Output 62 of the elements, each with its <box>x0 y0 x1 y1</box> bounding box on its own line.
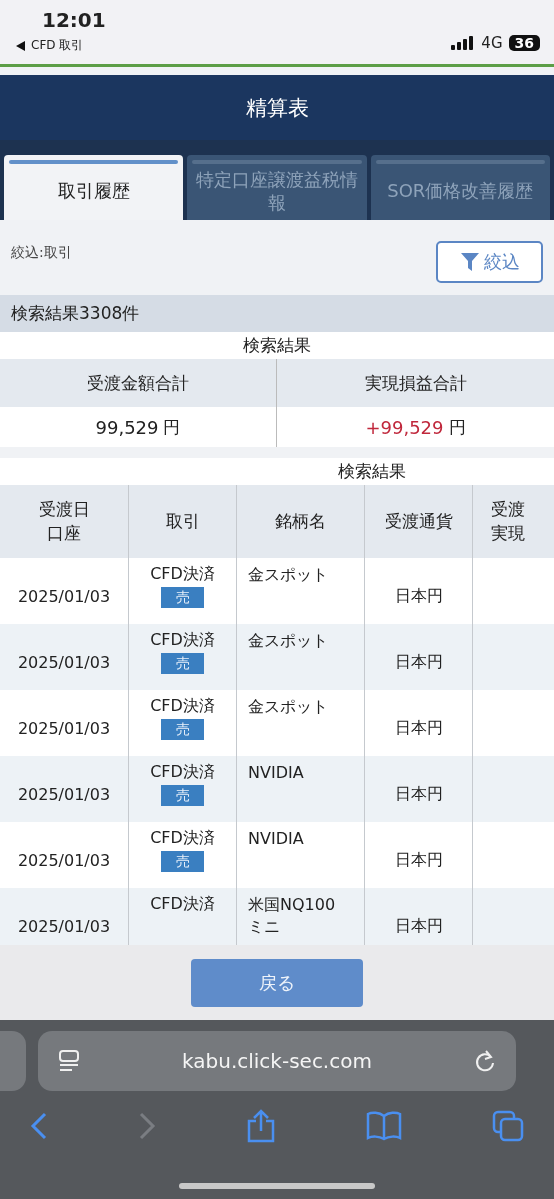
currency-unit: 円 <box>163 415 181 439</box>
forward-icon[interactable] <box>138 1112 156 1140</box>
trade-type: CFD決済 <box>150 828 215 849</box>
page-title: 精算表 <box>245 94 309 122</box>
clock-time: 12:01 <box>42 8 106 32</box>
page-menu-icon[interactable] <box>58 1049 80 1073</box>
sell-tag: 売 <box>161 851 204 872</box>
summary-caption: 検索結果 <box>242 334 312 357</box>
trade-type: CFD決済 <box>150 762 215 783</box>
share-icon[interactable] <box>246 1109 276 1143</box>
date-cell: 2025/01/03 <box>17 916 111 936</box>
currency-cell: 日本円 <box>394 783 443 805</box>
table-caption: 検索結果 <box>338 460 406 483</box>
date-cell: 2025/01/03 <box>17 784 111 804</box>
tab[interactable]: 特定口座譲渡益税情報 <box>187 155 367 220</box>
trade-type: CFD決済 <box>150 696 215 717</box>
sell-tag: 売 <box>161 785 204 806</box>
symbol-name: 米国NQ100ミニ <box>248 894 337 938</box>
sell-tag: 売 <box>161 653 204 674</box>
network-label: 4G <box>481 34 503 52</box>
currency-unit: 円 <box>448 415 466 439</box>
summary-amount: 99,529 <box>95 416 159 438</box>
symbol-name: NVIDIA <box>248 762 304 784</box>
tab[interactable]: 取引履歴 <box>4 155 184 220</box>
back-triangle-icon[interactable] <box>16 40 26 51</box>
book-icon[interactable] <box>366 1111 402 1141</box>
signal-icon <box>451 36 476 50</box>
back-app-link[interactable]: CFD 取引 <box>31 37 84 54</box>
back-button[interactable]: 戻る <box>191 958 363 1007</box>
currency-cell: 日本円 <box>394 915 443 937</box>
adjacent-tab-field[interactable] <box>0 1031 26 1091</box>
tab[interactable]: SOR価格改善履歴 <box>370 155 550 220</box>
symbol-name: 金スポット <box>248 564 328 586</box>
date-cell: 2025/01/03 <box>17 718 111 738</box>
currency-cell: 日本円 <box>394 585 443 607</box>
sell-tag: 売 <box>161 719 204 740</box>
summary-heading: 受渡金額合計 <box>0 359 277 407</box>
sell-tag: 売 <box>161 587 204 608</box>
currency-cell: 日本円 <box>394 651 443 673</box>
symbol-name: NVIDIA <box>248 828 304 850</box>
trade-type: CFD決済 <box>150 564 215 585</box>
trade-type: CFD決済 <box>150 630 215 651</box>
summary-amount: +99,529 <box>365 416 444 438</box>
symbol-name: 金スポット <box>248 630 328 652</box>
currency-cell: 日本円 <box>394 717 443 739</box>
address-bar[interactable]: kabu.click-sec.com <box>38 1031 516 1091</box>
date-cell: 2025/01/03 <box>17 850 111 870</box>
battery-level: 36 <box>508 35 540 51</box>
date-cell: 2025/01/03 <box>17 652 111 672</box>
column-header: 受渡日 口座 <box>37 497 91 545</box>
filter-button[interactable]: 絞込 <box>436 241 543 283</box>
tabs-icon[interactable] <box>492 1110 524 1142</box>
summary-heading: 実現損益合計 <box>277 359 554 407</box>
filter-icon[interactable] <box>459 251 480 273</box>
back-icon[interactable] <box>30 1112 48 1140</box>
filter-status: 絞込:取引 <box>11 244 72 262</box>
symbol-name: 金スポット <box>248 696 328 718</box>
result-count: 検索結果3308件 <box>11 302 140 325</box>
date-cell: 2025/01/03 <box>17 586 111 606</box>
currency-cell: 日本円 <box>394 849 443 871</box>
trade-type: CFD決済 <box>150 894 215 915</box>
reload-icon[interactable] <box>474 1049 496 1073</box>
